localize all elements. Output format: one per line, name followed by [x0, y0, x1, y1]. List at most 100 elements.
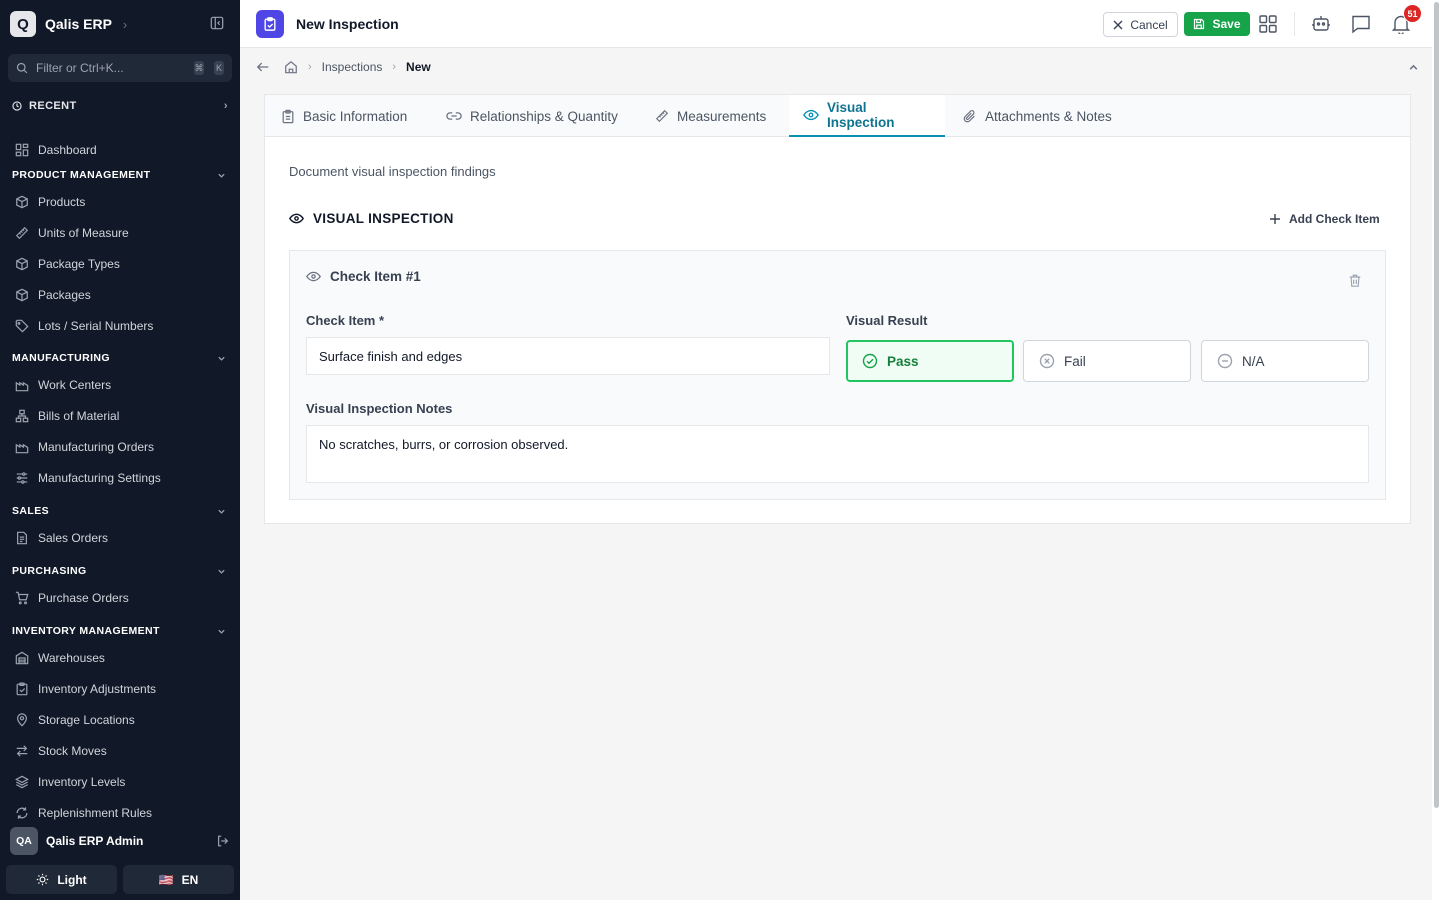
- theme-label: Light: [57, 872, 87, 887]
- sidebar-item-purchase-orders[interactable]: Purchase Orders: [0, 582, 240, 613]
- box-icon: [15, 257, 29, 271]
- box-icon: [15, 288, 29, 302]
- sidebar-item-units-of-measure[interactable]: Units of Measure: [0, 217, 240, 248]
- sidebar-item-manufacturing-orders[interactable]: Manufacturing Orders: [0, 431, 240, 462]
- tab-attachments-notes[interactable]: Attachments & Notes: [949, 95, 1126, 137]
- sidebar-item-label: Inventory Levels: [38, 774, 126, 789]
- logout-icon[interactable]: [216, 834, 230, 848]
- visual-notes-textarea[interactable]: No scratches, burrs, or corrosion observ…: [306, 425, 1369, 483]
- apps-grid-icon[interactable]: [1259, 15, 1277, 33]
- check-item-input[interactable]: [306, 337, 830, 375]
- sidebar-item-replenishment-rules[interactable]: Replenishment Rules: [0, 797, 240, 820]
- sidebar-collapse-icon[interactable]: [210, 16, 224, 30]
- result-option-pass[interactable]: Pass: [846, 340, 1014, 382]
- factory-icon: [15, 440, 29, 454]
- trash-icon[interactable]: [1348, 273, 1362, 288]
- sidebar-item-inventory-levels[interactable]: Inventory Levels: [0, 766, 240, 797]
- section-header-manufacturing[interactable]: MANUFACTURING: [0, 347, 240, 369]
- clipboard-check-icon: [15, 681, 29, 696]
- language-selector[interactable]: 🇺🇸 EN: [123, 865, 234, 894]
- sidebar-item-storage-locations[interactable]: Storage Locations: [0, 704, 240, 735]
- tab-visual-inspection[interactable]: Visual Inspection: [789, 95, 945, 137]
- home-icon[interactable]: [284, 60, 298, 74]
- section-title: PRODUCT MANAGEMENT: [12, 169, 151, 181]
- sidebar-item-lots-serial-numbers[interactable]: Lots / Serial Numbers: [0, 310, 240, 341]
- chevron-right-icon: ›: [223, 100, 228, 112]
- section-sales: SALES Sales Orders: [0, 500, 240, 553]
- section-header-product-management[interactable]: PRODUCT MANAGEMENT: [0, 164, 240, 186]
- sidebar-item-inventory-adjustments[interactable]: Inventory Adjustments: [0, 673, 240, 704]
- sidebar-item-label: Warehouses: [38, 650, 105, 665]
- section-title: SALES: [12, 505, 50, 517]
- inspection-form-card: Basic Information Relationships & Quanti…: [264, 94, 1411, 524]
- section-header-sales[interactable]: SALES: [0, 500, 240, 522]
- brand[interactable]: Q Qalis ERP ›: [10, 10, 127, 38]
- add-check-item-button[interactable]: Add Check Item: [1269, 212, 1380, 226]
- sidebar-item-manufacturing-settings[interactable]: Manufacturing Settings: [0, 462, 240, 493]
- section-header-inventory-management[interactable]: INVENTORY MANAGEMENT: [0, 620, 240, 642]
- sidebar-item-label: Manufacturing Settings: [38, 470, 161, 485]
- sidebar-item-bills-of-material[interactable]: Bills of Material: [0, 400, 240, 431]
- minus-circle-icon: [1217, 353, 1233, 369]
- top-header: New Inspection Cancel Save 51: [240, 0, 1432, 48]
- sidebar-item-packages[interactable]: Packages: [0, 279, 240, 310]
- eye-icon: [306, 271, 321, 282]
- check-circle-icon: [862, 353, 878, 369]
- save-label: Save: [1212, 17, 1241, 31]
- option-label: Pass: [887, 353, 919, 369]
- sidebar-item-label: Packages: [38, 287, 91, 302]
- breadcrumb: › Inspections › New: [256, 60, 431, 74]
- option-label: N/A: [1242, 353, 1265, 369]
- sidebar-item-label: Storage Locations: [38, 712, 135, 727]
- sidebar-item-stock-moves[interactable]: Stock Moves: [0, 735, 240, 766]
- breadcrumb-current: New: [406, 60, 431, 74]
- ruler-icon: [655, 109, 669, 123]
- section-inventory-management: INVENTORY MANAGEMENT Warehouses Inventor…: [0, 620, 240, 820]
- sidebar-item-dashboard[interactable]: Dashboard: [0, 134, 240, 165]
- arrows-left-right-icon: [15, 744, 29, 758]
- filter-input[interactable]: [36, 61, 186, 75]
- result-option-na[interactable]: N/A: [1201, 340, 1369, 382]
- chat-icon[interactable]: [1351, 14, 1371, 34]
- result-option-fail[interactable]: Fail: [1023, 340, 1191, 382]
- ruler-icon: [15, 226, 29, 240]
- brand-logo: Q: [10, 11, 36, 37]
- user-profile[interactable]: QA Qalis ERP Admin: [10, 827, 230, 855]
- bot-icon[interactable]: [1312, 14, 1330, 32]
- sliders-icon: [15, 471, 29, 485]
- section-title: MANUFACTURING: [12, 352, 110, 364]
- save-button[interactable]: Save: [1184, 12, 1250, 36]
- visual-result-label: Visual Result: [846, 313, 928, 328]
- back-arrow-icon[interactable]: [256, 60, 270, 74]
- sidebar-item-warehouses[interactable]: Warehouses: [0, 642, 240, 673]
- filter-box[interactable]: ⌘ K: [8, 54, 232, 82]
- theme-toggle-button[interactable]: Light: [6, 865, 117, 894]
- breadcrumb-inspections[interactable]: Inspections: [322, 60, 383, 74]
- sidebar-item-label: Stock Moves: [38, 743, 107, 758]
- search-icon: [16, 62, 28, 74]
- kbd-k: K: [214, 61, 224, 75]
- chevron-up-icon[interactable]: [1408, 62, 1419, 73]
- sidebar-item-label: Purchase Orders: [38, 590, 129, 605]
- warehouse-icon: [15, 651, 29, 665]
- sidebar-item-products[interactable]: Products: [0, 186, 240, 217]
- chevron-right-icon[interactable]: ›: [123, 17, 127, 32]
- scrollbar-thumb[interactable]: [1434, 2, 1439, 808]
- tab-measurements[interactable]: Measurements: [641, 95, 780, 137]
- tab-label: Basic Information: [303, 108, 408, 124]
- recent-toggle[interactable]: RECENT ›: [12, 98, 228, 114]
- sidebar-item-label: Units of Measure: [38, 225, 129, 240]
- section-header-purchasing[interactable]: PURCHASING: [0, 560, 240, 582]
- sidebar-item-work-centers[interactable]: Work Centers: [0, 369, 240, 400]
- sidebar-item-label: Sales Orders: [38, 530, 109, 545]
- link-icon: [446, 109, 462, 123]
- sidebar-item-package-types[interactable]: Package Types: [0, 248, 240, 279]
- box-icon: [15, 195, 29, 209]
- breadcrumb-separator: ›: [392, 61, 397, 73]
- sidebar-item-sales-orders[interactable]: Sales Orders: [0, 522, 240, 553]
- save-icon: [1193, 18, 1205, 30]
- tab-basic-information[interactable]: Basic Information: [267, 95, 421, 137]
- tab-relationships-quantity[interactable]: Relationships & Quantity: [432, 95, 632, 137]
- cancel-button[interactable]: Cancel: [1103, 12, 1178, 37]
- notification-badge: 51: [1403, 4, 1422, 23]
